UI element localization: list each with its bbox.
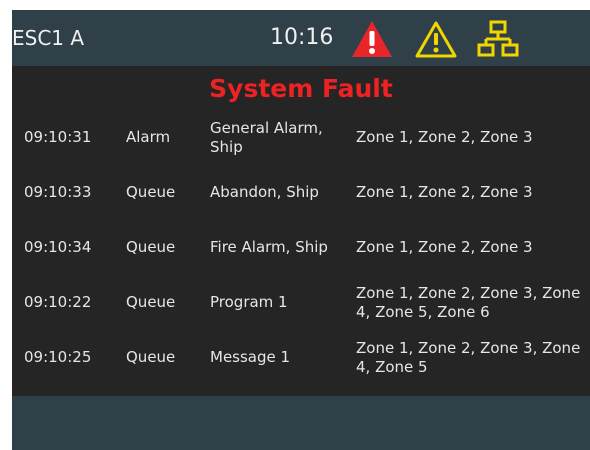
event-zones: Zone 1, Zone 2, Zone 3, Zone 4, Zone 5, … [356,283,581,321]
event-zones: Zone 1, Zone 2, Zone 3 [356,128,533,146]
event-description: Message 1 [210,348,291,366]
event-zones: Zone 1, Zone 2, Zone 3 [356,238,533,256]
event-time: 09:10:34 [24,238,92,256]
event-zones: Zone 1, Zone 2, Zone 3, Zone 4, Zone 5 [356,338,581,376]
event-time: 09:10:33 [24,183,92,201]
event-type: Alarm [126,128,171,146]
event-row[interactable]: 09:10:31 Alarm General Alarm, Ship Zone … [12,110,590,165]
event-panel: System Fault 09:10:31 Alarm General Alar… [12,66,590,396]
alarm-triangle-icon[interactable] [350,19,394,63]
event-type: Queue [126,348,176,366]
event-row[interactable]: 09:10:33 Queue Abandon, Ship Zone 1, Zon… [12,165,590,220]
event-row[interactable]: 09:10:22 Queue Program 1 Zone 1, Zone 2,… [12,275,590,330]
status-bar: ESC1 A 10:16 [12,10,590,66]
clock-time: 10:16 [270,25,334,50]
event-zones: Zone 1, Zone 2, Zone 3 [356,183,533,201]
event-type: Queue [126,238,176,256]
event-description: Program 1 [210,293,288,311]
event-description: Abandon, Ship [210,183,319,201]
event-description: General Alarm, Ship [210,118,323,156]
event-time: 09:10:22 [24,293,92,311]
network-icon[interactable] [476,20,520,62]
footer-bar [12,396,590,450]
event-row[interactable]: 09:10:34 Queue Fire Alarm, Ship Zone 1, … [12,220,590,275]
event-description: Fire Alarm, Ship [210,238,328,256]
event-type: Queue [126,183,176,201]
system-fault-title: System Fault [209,74,393,103]
alarm-display-screen: ESC1 A 10:16 System Fault 09:10:31 Alarm… [12,10,590,450]
event-list: 09:10:31 Alarm General Alarm, Ship Zone … [12,110,590,385]
station-label: ESC1 A [12,26,85,50]
event-type: Queue [126,293,176,311]
event-row[interactable]: 09:10:25 Queue Message 1 Zone 1, Zone 2,… [12,330,590,385]
event-time: 09:10:25 [24,348,92,366]
warning-triangle-icon[interactable] [414,19,458,63]
event-time: 09:10:31 [24,128,92,146]
